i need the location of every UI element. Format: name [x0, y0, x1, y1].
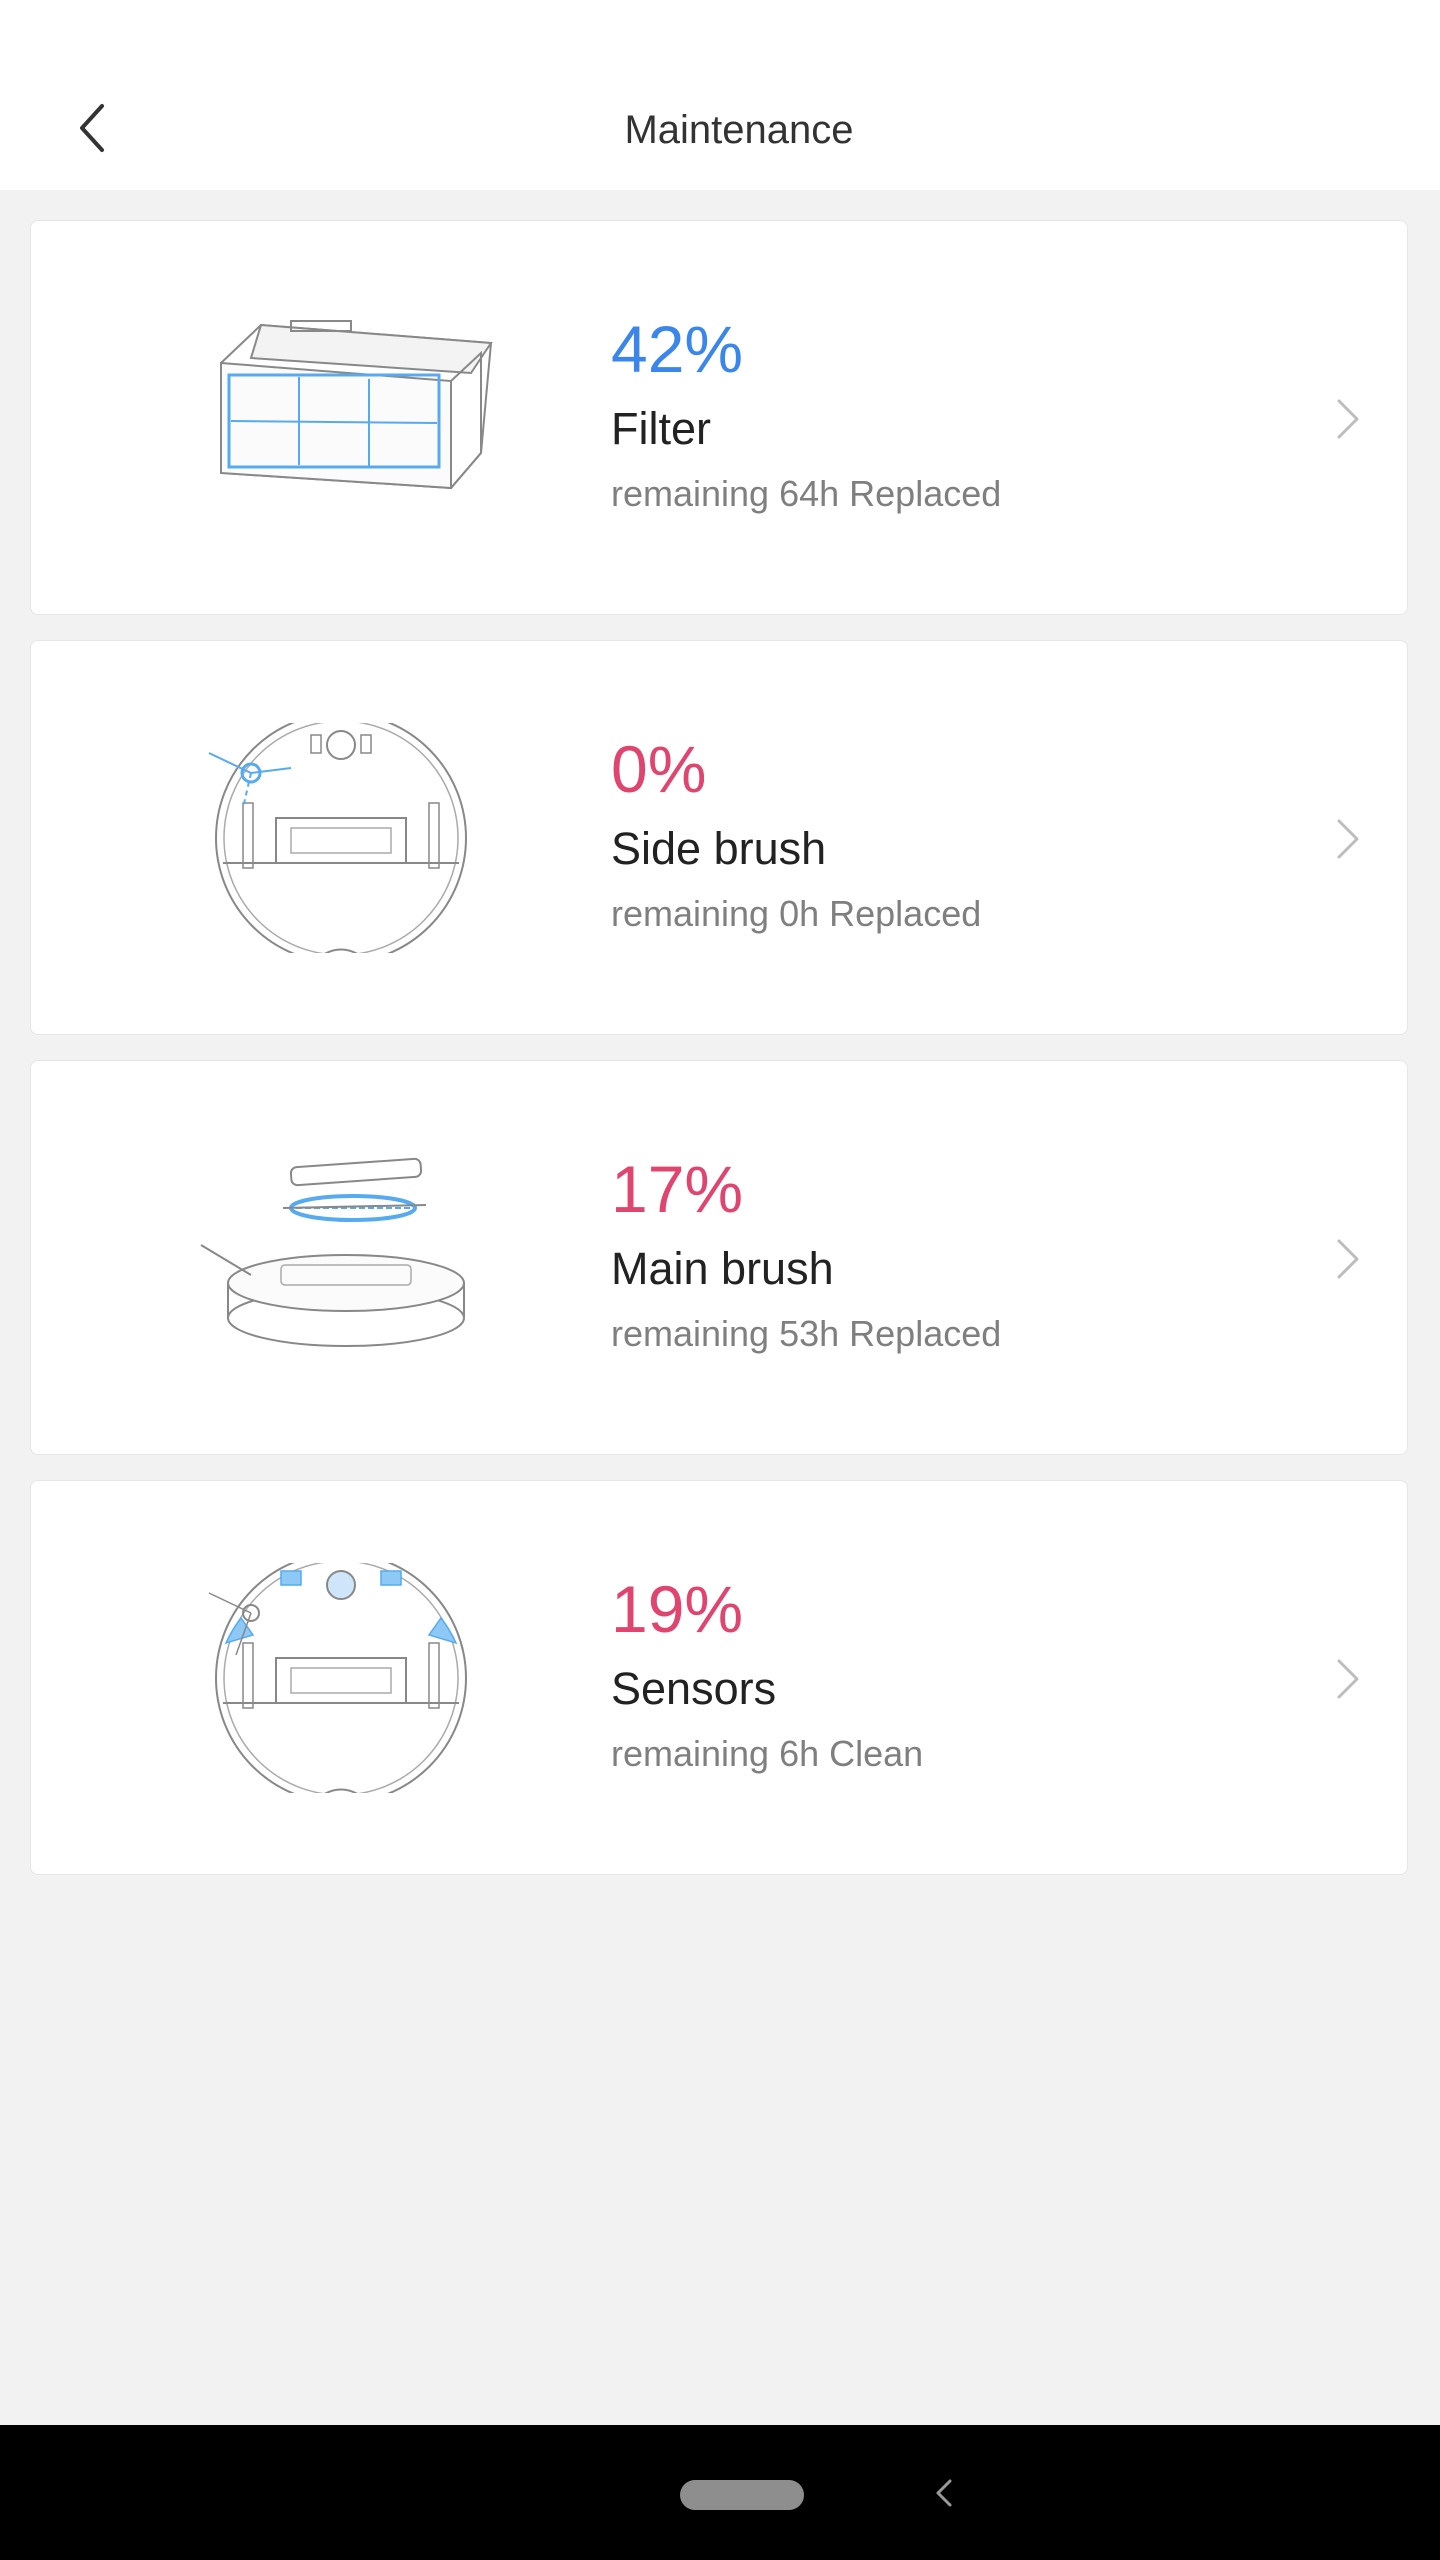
item-detail: remaining 6h Clean: [611, 1733, 924, 1774]
home-pill-icon[interactable]: [680, 2480, 804, 2510]
item-name: Side brush: [611, 823, 827, 874]
remaining-percent: 0%: [611, 732, 707, 806]
maintenance-item-filter[interactable]: 42% Filter remaining 64h Replaced: [30, 220, 1408, 615]
chevron-right-icon: [1337, 819, 1359, 859]
item-detail: remaining 53h Replaced: [611, 1313, 1002, 1354]
item-info: 17% Main brush remaining 53h Replaced: [611, 1149, 1251, 1359]
side-brush-illustration: [208, 723, 467, 953]
chevron-right-icon: [1337, 1239, 1359, 1279]
remaining-percent: 17%: [611, 1152, 744, 1226]
remaining-percent: 42%: [611, 312, 744, 386]
chevron-right-icon: [1337, 399, 1359, 439]
maintenance-item-main-brush[interactable]: 17% Main brush remaining 53h Replaced: [30, 1060, 1408, 1455]
page-title: Maintenance: [624, 108, 854, 152]
filter-illustration: [220, 320, 493, 490]
item-name: Filter: [611, 403, 711, 454]
maintenance-item-side-brush[interactable]: 0% Side brush remaining 0h Replaced: [30, 640, 1408, 1035]
item-name: Sensors: [611, 1663, 777, 1714]
maintenance-list: 42% Filter remaining 64h Replaced 0% Sid…: [30, 220, 1410, 1900]
item-info: 42% Filter remaining 64h Replaced: [611, 309, 1251, 519]
system-navigation-bar: [0, 2425, 1440, 2560]
sensors-illustration: [208, 1563, 467, 1793]
chevron-right-icon: [1337, 1659, 1359, 1699]
maintenance-item-sensors[interactable]: 19% Sensors remaining 6h Clean: [30, 1480, 1408, 1875]
main-brush-illustration: [200, 1157, 465, 1347]
item-info: 19% Sensors remaining 6h Clean: [611, 1569, 1251, 1779]
item-detail: remaining 0h Replaced: [611, 893, 982, 934]
remaining-percent: 19%: [611, 1572, 744, 1646]
app-header: Maintenance: [0, 0, 1440, 190]
item-detail: remaining 64h Replaced: [611, 473, 1002, 514]
item-name: Main brush: [611, 1243, 834, 1294]
item-info: 0% Side brush remaining 0h Replaced: [611, 729, 1251, 939]
nav-back-icon[interactable]: [926, 2471, 962, 2515]
